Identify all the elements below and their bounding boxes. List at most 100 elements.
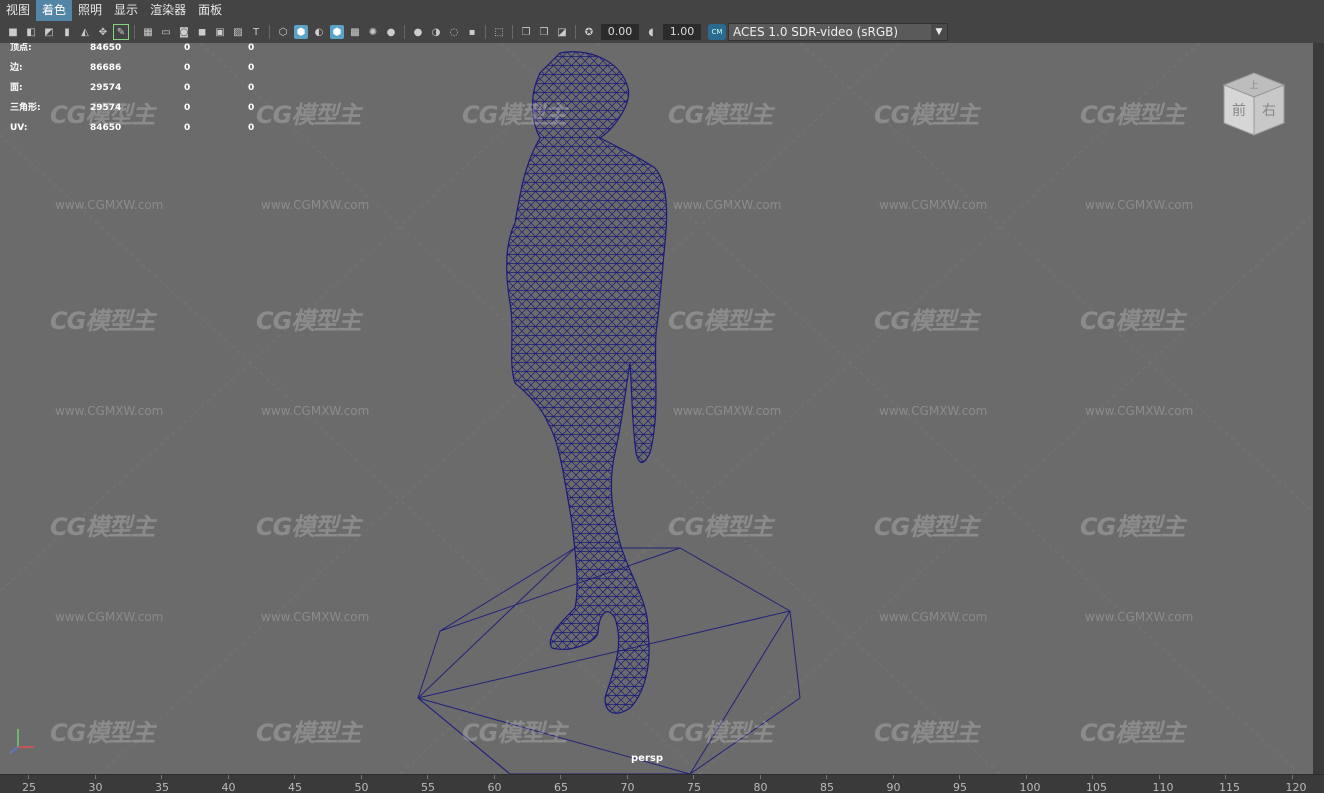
timeline-frame-label: 55 [421, 781, 435, 793]
timeline-tick [959, 775, 960, 779]
field-chart-icon[interactable]: ▣ [213, 25, 227, 39]
hud-value: 84650 [90, 123, 122, 133]
hud-value: 0 [184, 83, 191, 93]
hud-row-triangles: 三角形: 29574 0 0 [10, 103, 270, 123]
hud-label: UV: [10, 123, 28, 133]
use-all-lights-icon[interactable]: ✺ [366, 25, 380, 39]
gamma-icon[interactable]: ◖ [644, 25, 658, 39]
hud-value: 84650 [90, 43, 122, 53]
timeline-tick [94, 775, 96, 779]
menu-view[interactable]: 视图 [0, 0, 36, 21]
view-transform-select[interactable]: ACES 1.0 SDR-video (sRGB) ▼ [728, 23, 948, 41]
xray-joints-icon[interactable]: ◪ [555, 25, 569, 39]
timeline-tick [427, 775, 428, 779]
hud-value: 0 [184, 43, 191, 53]
character-wireframe[interactable] [506, 51, 668, 714]
hud-value: 86686 [90, 63, 122, 73]
timeline-tick [161, 775, 162, 779]
view-cube-front-label: 前 [1232, 102, 1246, 119]
timeline-frame-label: 25 [22, 781, 36, 793]
timeline-tick [227, 775, 229, 779]
depth-of-field-icon[interactable]: ▪ [465, 25, 479, 39]
timeline-tick [294, 775, 295, 779]
hud-row-faces: 面: 29574 0 0 [10, 83, 270, 103]
xray-active-icon[interactable]: ❒ [537, 25, 551, 39]
motion-blur-icon[interactable]: ◑ [429, 25, 443, 39]
menu-shading[interactable]: 着色 [36, 0, 73, 21]
timeline-frame-label: 50 [354, 781, 369, 793]
toolbar-divider [269, 25, 270, 39]
color-management-toggle[interactable]: CM [708, 24, 726, 40]
screen-space-ao-icon[interactable]: ● [411, 25, 425, 39]
menu-panels[interactable]: 面板 [192, 0, 228, 21]
bookmark-camera-icon[interactable]: ◩ [42, 25, 56, 39]
3d-viewport[interactable]: CG模型主 CG模型主 CG模型主 CG模型主 CG模型主 CG模型主 www.… [0, 43, 1313, 774]
hud-value: 29574 [90, 103, 122, 113]
menu-lighting[interactable]: 照明 [72, 0, 108, 21]
gate-mask-icon[interactable]: ◼ [195, 25, 209, 39]
timeline-frame-label: 110 [1152, 781, 1174, 793]
safe-title-icon[interactable]: T [249, 25, 263, 39]
exposure-icon[interactable]: ✪ [582, 25, 596, 39]
default-material-icon[interactable]: ◐ [312, 25, 326, 39]
film-gate-icon[interactable]: ▭ [159, 25, 173, 39]
timeline-frame-label: 30 [88, 781, 103, 793]
isolate-select-icon[interactable]: ⬚ [492, 25, 506, 39]
timeline-frame-label: 40 [221, 781, 236, 793]
chevron-down-icon: ▼ [931, 24, 947, 40]
menu-renderer[interactable]: 渲染器 [144, 0, 192, 21]
timeline-tick [28, 775, 29, 779]
toolbar-divider [512, 25, 513, 39]
timeline-ruler[interactable]: 25 30 35 40 45 50 55 60 65 70 75 80 85 90 95 100 105 110 1… [0, 774, 1324, 793]
menu-show[interactable]: 显示 [108, 0, 144, 21]
timeline-tick [1092, 775, 1093, 779]
timeline-frame-label: 70 [620, 781, 635, 793]
shadows-icon[interactable]: ● [384, 25, 398, 39]
smooth-shade-icon[interactable]: ⬢ [294, 25, 308, 39]
gamma-field[interactable]: 1.00 [663, 24, 701, 40]
timeline-tick [493, 775, 495, 779]
wireframe-on-shaded-icon[interactable]: ⬢ [330, 25, 344, 39]
toolbar-divider [485, 25, 486, 39]
hud-label: 面: [10, 83, 23, 93]
camera-select-icon[interactable]: ■ [6, 25, 20, 39]
hud-value: 0 [248, 123, 255, 133]
timeline-tick [360, 775, 362, 779]
view-cube[interactable]: 上 前 右 [1218, 69, 1290, 141]
watermark-grid [0, 43, 1313, 774]
bookmark-icon[interactable]: ▮ [60, 25, 74, 39]
resolution-gate-icon[interactable]: ◙ [177, 25, 191, 39]
hud-label: 边: [10, 63, 23, 73]
view-cube-top-label: 上 [1249, 80, 1258, 91]
hud-value: 0 [248, 83, 255, 93]
timeline-frame-label: 105 [1086, 781, 1107, 793]
viewport-scrollbar[interactable] [1313, 43, 1324, 774]
timeline-frame-label: 85 [820, 781, 834, 793]
textured-icon[interactable]: ▩ [348, 25, 362, 39]
camera-attributes-icon[interactable]: ◧ [24, 25, 38, 39]
hud-label: 顶点: [10, 43, 32, 53]
safe-action-icon[interactable]: ▨ [231, 25, 245, 39]
timeline-frame-label: 80 [753, 781, 768, 793]
scene-canvas[interactable] [0, 43, 1313, 774]
timeline-frame-label: 115 [1219, 781, 1240, 793]
timeline-tick [1025, 775, 1027, 779]
timeline-frame-label: 120 [1285, 781, 1307, 793]
exposure-field[interactable]: 0.00 [601, 24, 639, 40]
timeline-tick [892, 775, 894, 779]
timeline-frame-label: 35 [155, 781, 169, 793]
timeline-frame-label: 75 [687, 781, 701, 793]
xray-icon[interactable]: ❐ [519, 25, 533, 39]
timeline-frame-label: 45 [288, 781, 302, 793]
wireframe-icon[interactable]: ⬡ [276, 25, 290, 39]
image-plane-icon[interactable]: ◭ [78, 25, 92, 39]
2d-pan-zoom-icon[interactable]: ✥ [96, 25, 110, 39]
multisample-aa-icon[interactable]: ◌ [447, 25, 461, 39]
grid-icon[interactable]: ▦ [141, 25, 155, 39]
grease-pencil-icon[interactable]: ✎ [113, 24, 129, 40]
timeline-tick [626, 775, 628, 779]
timeline-frame-label: 90 [886, 781, 901, 793]
timeline-frame-label: 95 [953, 781, 967, 793]
toolbar-divider [134, 25, 135, 39]
timeline-frame-label: 60 [487, 781, 502, 793]
